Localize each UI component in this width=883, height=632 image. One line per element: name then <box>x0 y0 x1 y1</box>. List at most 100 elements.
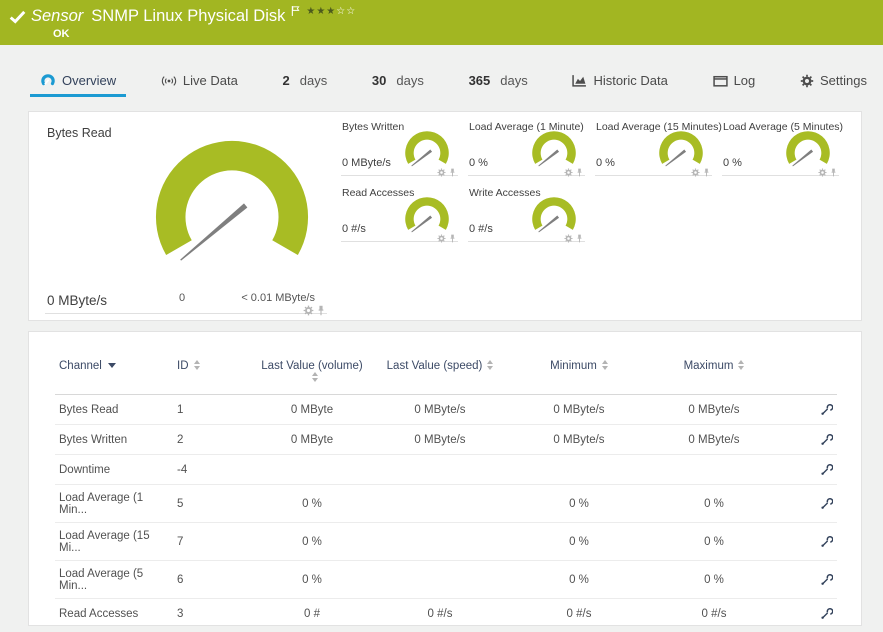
gauge-current-value: 0 MByte/s <box>342 157 391 169</box>
channel-id: 6 <box>173 560 253 599</box>
tab-settings[interactable]: Settings <box>790 66 877 97</box>
gauge-current-value: 0 % <box>469 157 488 169</box>
tab-2-days-word: days <box>299 73 328 88</box>
gear-icon[interactable] <box>818 168 827 177</box>
tab-live-data-label: Live Data <box>182 73 238 88</box>
column-header-id[interactable]: ID <box>173 356 253 395</box>
gear-icon[interactable] <box>564 168 573 177</box>
maximum-value: 0 MByte/s <box>649 394 779 425</box>
gauge-scale-max: < 0.01 MByte/s <box>241 292 315 304</box>
minimum-value: 0 MByte/s <box>509 394 649 425</box>
sensor-title-block: Sensor SNMP Linux Physical Disk ★★★☆☆ OK <box>31 6 356 41</box>
tab-overview[interactable]: Overview <box>30 66 127 97</box>
sort-icon <box>311 371 318 382</box>
tab-bar: Overview Live Data 2 days 30 days 365 days … <box>30 60 877 97</box>
minimum-value: 0 % <box>509 560 649 599</box>
channel-id: 1 <box>173 394 253 425</box>
edit-channel-wrench-icon[interactable] <box>820 572 834 585</box>
gear-icon <box>800 74 814 87</box>
tab-30-days[interactable]: 30 days <box>362 66 434 97</box>
sensor-overview-page: Sensor SNMP Linux Physical Disk ★★★☆☆ OK… <box>0 0 883 632</box>
pin-icon[interactable] <box>830 168 837 177</box>
bytes-read-gauge[interactable] <box>137 132 327 302</box>
sort-desc-icon <box>107 363 116 369</box>
gauge-cell-read-accesses: Read Accesses 0 #/s <box>341 184 458 243</box>
priority-stars[interactable]: ★★★☆☆ <box>306 6 356 17</box>
gauge-cell-load-average-1min: Load Average (1 Minute) 0 % <box>468 118 585 177</box>
pin-icon[interactable] <box>317 305 325 316</box>
last-value-volume: 0 MByte <box>253 394 371 425</box>
gauge-cell-bytes-written: Bytes Written 0 MByte/s <box>341 118 458 177</box>
gauge-cell-load-average-15min: Load Average (15 Minutes) 0 % <box>595 118 722 177</box>
sort-icon <box>193 359 200 370</box>
column-header-minimum[interactable]: Minimum <box>509 356 649 395</box>
tab-settings-label: Settings <box>819 73 867 88</box>
table-row: Load Average (1 Min... 5 0 % 0 % 0 % <box>55 484 837 523</box>
last-value-volume: 0 % <box>253 522 371 561</box>
maximum-value: 0 % <box>649 522 779 561</box>
gauge-cell-bytes-read: Bytes Read 0 MByte/s 0 < 0.01 MByte/s <box>45 118 327 316</box>
edit-channel-wrench-icon[interactable] <box>820 432 834 445</box>
column-header-channel[interactable]: Channel <box>55 356 173 395</box>
tab-2-days[interactable]: 2 days <box>273 66 338 97</box>
gauge-current-value: 0 % <box>723 157 742 169</box>
channel-name: Downtime <box>55 454 173 485</box>
stars-filled[interactable]: ★★★ <box>306 6 336 17</box>
pin-icon[interactable] <box>449 168 456 177</box>
tab-365-days-number: 365 <box>468 73 491 88</box>
gear-icon[interactable] <box>564 234 573 243</box>
channel-id: -4 <box>173 454 253 485</box>
gauge-actions <box>564 234 583 243</box>
stars-empty[interactable]: ☆☆ <box>336 6 356 17</box>
edit-channel-wrench-icon[interactable] <box>820 606 834 619</box>
gauge-scale-min: 0 <box>179 292 186 304</box>
pin-icon[interactable] <box>576 168 583 177</box>
gauge-icon <box>41 73 55 85</box>
column-header-maximum[interactable]: Maximum <box>649 356 779 395</box>
last-value-volume: 0 % <box>253 484 371 523</box>
minimum-value: 0 #/s <box>509 598 649 625</box>
gauge-actions <box>437 234 456 243</box>
historic-chart-icon <box>572 75 587 87</box>
tab-log[interactable]: Log <box>703 66 766 97</box>
edit-channel-wrench-icon[interactable] <box>820 462 834 475</box>
sort-icon <box>487 359 494 370</box>
gear-icon[interactable] <box>691 168 700 177</box>
channel-name: Load Average (15 Mi... <box>55 522 173 561</box>
pin-icon[interactable] <box>576 234 583 243</box>
gauge-title: Bytes Read <box>47 126 112 140</box>
tab-log-label: Log <box>733 73 756 88</box>
gear-icon[interactable] <box>303 305 314 316</box>
last-value-speed: 0 MByte/s <box>371 424 509 455</box>
pin-icon[interactable] <box>449 234 456 243</box>
last-value-speed <box>371 454 509 485</box>
maximum-value: 0 #/s <box>649 598 779 625</box>
small-gauges-grid: Bytes Written 0 MByte/s Load Average (1 … <box>341 118 849 320</box>
gauge-actions <box>564 168 583 177</box>
last-value-speed <box>371 484 509 523</box>
gauge-current-value: 0 #/s <box>342 223 366 235</box>
tab-365-days[interactable]: 365 days <box>459 66 538 97</box>
tab-30-days-word: days <box>396 73 424 88</box>
gear-icon[interactable] <box>437 168 446 177</box>
tab-historic-data[interactable]: Historic Data <box>562 66 677 97</box>
channel-id: 7 <box>173 522 253 561</box>
channel-id: 2 <box>173 424 253 455</box>
edit-channel-wrench-icon[interactable] <box>820 534 834 547</box>
object-kind-label: Sensor <box>31 7 84 25</box>
column-header-last-value-speed[interactable]: Last Value (speed) <box>371 356 509 395</box>
pin-icon[interactable] <box>703 168 710 177</box>
tab-live-data[interactable]: Live Data <box>151 66 248 97</box>
channel-table: Channel ID Last Value (volume) Last Valu… <box>55 356 837 625</box>
column-header-last-value-volume[interactable]: Last Value (volume) <box>253 356 371 395</box>
last-value-speed <box>371 560 509 599</box>
channel-name: Load Average (5 Min... <box>55 560 173 599</box>
edit-channel-wrench-icon[interactable] <box>820 496 834 509</box>
ok-check-icon <box>9 10 26 24</box>
status-badge: OK <box>53 28 70 41</box>
gauge-actions <box>437 168 456 177</box>
maximum-value: 0 MByte/s <box>649 424 779 455</box>
gear-icon[interactable] <box>437 234 446 243</box>
edit-channel-wrench-icon[interactable] <box>820 402 834 415</box>
last-value-volume: 0 MByte <box>253 424 371 455</box>
